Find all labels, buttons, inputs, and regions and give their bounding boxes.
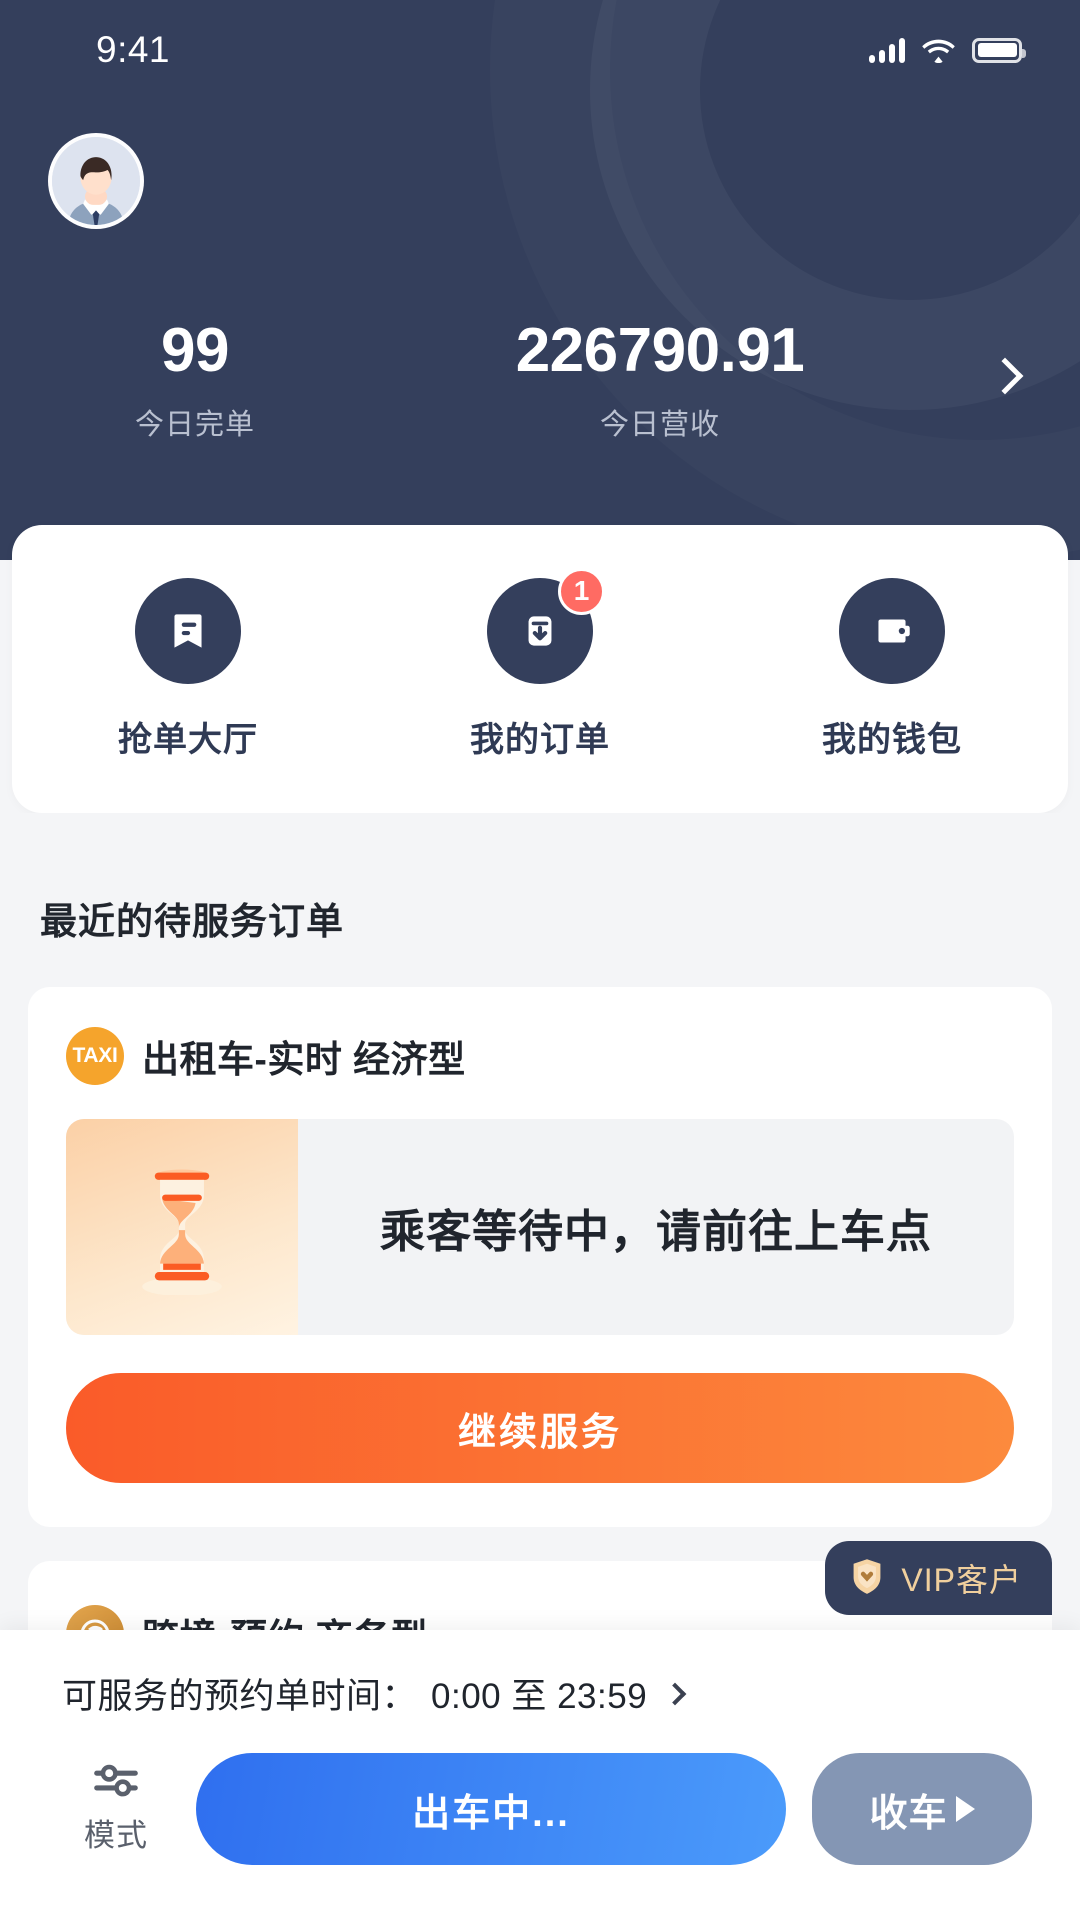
quick-action-label: 我的订单 (470, 720, 610, 759)
stat-label: 今日营收 (599, 408, 720, 441)
sliders-icon (93, 1763, 139, 1800)
quick-action-wallet[interactable]: 我的钱包 (772, 577, 1012, 761)
stat-value: 226790.91 (515, 316, 805, 385)
wifi-icon (922, 38, 955, 63)
stat-today-orders: 99 今日完单 (0, 316, 390, 443)
reservation-time-row[interactable]: 可服务的预约单时间： 0:00 至 23:59 (0, 1630, 1080, 1719)
avatar[interactable] (48, 133, 144, 229)
end-shift-label: 收车 (869, 1792, 948, 1835)
status-bar-icons (869, 37, 1026, 63)
vip-customer-label: VIP客户 (901, 1562, 1022, 1598)
taxi-icon: TAXI (66, 1027, 124, 1085)
shield-heart-icon (849, 1557, 885, 1600)
avatar-illustration (52, 137, 140, 225)
end-shift-button[interactable]: 收车 (812, 1753, 1032, 1865)
header-panel: 9:41 99 今日完单 226790.91 今日营收 (0, 0, 1080, 560)
driving-status-button[interactable]: 出车中... (196, 1753, 786, 1865)
quick-action-label: 我的钱包 (822, 720, 962, 759)
quick-action-my-orders[interactable]: 1 我的订单 (420, 567, 660, 761)
chevron-right-icon[interactable] (986, 357, 1024, 395)
play-triangle-icon (955, 1796, 975, 1822)
stat-value: 99 (161, 316, 229, 385)
status-bar: 9:41 (0, 0, 1080, 100)
mode-label: 模式 (84, 1818, 148, 1853)
stat-label: 今日完单 (134, 408, 255, 441)
bottom-actions-row: 模式 出车中... 收车 (0, 1719, 1080, 1865)
battery-full-icon (972, 37, 1026, 63)
reservation-time-label: 可服务的预约单时间： (62, 1677, 418, 1716)
notification-badge: 1 (558, 567, 605, 615)
vip-customer-badge: VIP客户 (825, 1541, 1052, 1615)
bottom-bar: 可服务的预约单时间： 0:00 至 23:59 模式 出车中... 收车 (0, 1630, 1080, 1920)
chevron-right-icon[interactable] (663, 1682, 687, 1705)
status-bar-time: 9:41 (96, 29, 171, 70)
quick-action-order-hall[interactable]: 抢单大厅 (68, 577, 308, 761)
order-card-taxi[interactable]: TAXI 出租车-实时 经济型 乘客等待中，请前往上车点 继续服务 (28, 987, 1052, 1527)
stats-row[interactable]: 99 今日完单 226790.91 今日营收 (0, 316, 1080, 443)
continue-service-button[interactable]: 继续服务 (66, 1373, 1014, 1483)
section-title: 最近的待服务订单 (40, 901, 344, 942)
wallet-icon (839, 577, 945, 684)
mode-button[interactable]: 模式 (62, 1763, 170, 1855)
stat-today-revenue: 226790.91 今日营收 (390, 316, 930, 443)
order-type-label: 出租车-实时 经济型 (142, 1039, 466, 1080)
hourglass-icon (66, 1119, 298, 1335)
order-status-text: 乘客等待中，请前往上车点 (379, 1205, 932, 1257)
order-status-banner: 乘客等待中，请前往上车点 (66, 1119, 1014, 1335)
order-hall-icon (135, 577, 241, 684)
quick-actions-card: 抢单大厅 1 我的订单 我的钱包 (12, 525, 1068, 813)
order-card-header: TAXI 出租车-实时 经济型 (66, 1027, 1014, 1085)
my-orders-icon: 1 (487, 567, 605, 684)
signal-bars-icon (869, 37, 905, 63)
reservation-time-value: 0:00 至 23:59 (431, 1677, 648, 1716)
quick-action-label: 抢单大厅 (118, 720, 258, 759)
